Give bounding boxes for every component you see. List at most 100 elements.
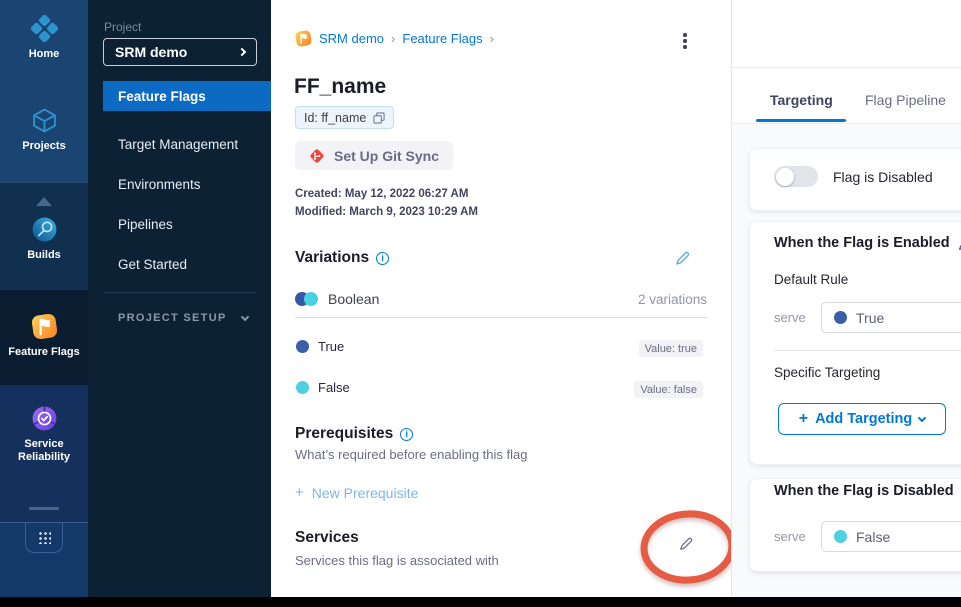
edit-services-pencil-icon[interactable] (678, 536, 694, 552)
chevron-down-icon (918, 413, 926, 421)
new-prerequisite-button[interactable]: + New Prerequisite (295, 484, 418, 501)
prerequisites-description: What’s required before enabling this fla… (295, 447, 527, 462)
nav-feature-flags-label: Feature Flags (8, 346, 80, 359)
enabled-card-divider (774, 350, 961, 351)
variation-name: True (318, 339, 344, 354)
module-grid-button[interactable] (25, 522, 63, 553)
serve-true-dropdown[interactable]: True (821, 302, 961, 333)
grid-icon (38, 531, 51, 544)
created-timestamp: Created: May 12, 2022 06:27 AM (295, 188, 468, 200)
plus-icon: + (799, 410, 808, 428)
nav-home[interactable]: Home (0, 15, 88, 61)
serve-label: serve (774, 310, 806, 325)
flag-title: FF_name (294, 75, 386, 99)
project-label: Project (104, 20, 141, 34)
sidebar-item-label: Get Started (118, 257, 187, 272)
flag-id-text: Id: ff_name (304, 111, 366, 125)
flag-state-label: Flag is Disabled (833, 169, 933, 185)
variation-value-badge: Value: true (639, 340, 703, 357)
nav-builds[interactable]: Builds (0, 216, 88, 262)
modified-timestamp: Modified: March 9, 2023 10:29 AM (295, 206, 478, 218)
left-nav-rail: Home Projects (0, 0, 88, 597)
project-selector-value: SRM demo (115, 44, 187, 60)
collapse-up-icon[interactable] (36, 197, 52, 206)
variations-divider (295, 317, 707, 318)
serve-label: serve (774, 529, 806, 544)
serve-false-dropdown[interactable]: False (821, 521, 961, 552)
rail-section-feature-flags: Feature Flags (0, 290, 88, 385)
project-setup-toggle[interactable]: PROJECT SETUP (118, 312, 248, 324)
sidebar-item-label: Pipelines (118, 217, 173, 232)
panel-header-divider (732, 67, 961, 68)
project-setup-label: PROJECT SETUP (118, 312, 227, 324)
breadcrumb-project-link[interactable]: SRM demo (319, 31, 384, 46)
setup-git-sync-label: Set Up Git Sync (334, 148, 439, 164)
setup-git-sync-button[interactable]: Set Up Git Sync (295, 141, 453, 170)
info-icon[interactable]: i (376, 252, 389, 265)
services-heading: Services (295, 529, 359, 547)
nav-service-reliability-label: Service Reliability (9, 438, 79, 464)
add-targeting-label: Add Targeting (815, 411, 912, 427)
flag-id-badge: Id: ff_name (295, 106, 394, 129)
sidebar-item-pipelines[interactable]: Pipelines (88, 209, 271, 239)
rail-section-builds: Builds (0, 182, 88, 290)
variations-heading: Variations (295, 249, 369, 267)
breadcrumb-separator: › (490, 31, 494, 46)
app-window: Home Projects (0, 0, 961, 607)
rail-section-home: Home Projects (0, 0, 88, 182)
add-targeting-button[interactable]: + Add Targeting (778, 403, 946, 435)
git-icon (309, 148, 325, 164)
prerequisites-heading: Prerequisites (295, 425, 393, 443)
flag-detail-main: SRM demo › Feature Flags › FF_name Id: f… (271, 0, 731, 597)
specific-targeting-label: Specific Targeting (774, 365, 880, 380)
nav-feature-flags[interactable]: Feature Flags (0, 313, 88, 359)
new-prerequisite-label: New Prerequisite (312, 485, 419, 501)
sidebar-item-label: Target Management (118, 137, 238, 152)
serve-dropdown-value: False (856, 529, 890, 545)
sidebar-item-get-started[interactable]: Get Started (88, 249, 271, 279)
nav-builds-label: Builds (27, 249, 61, 262)
sidebar-item-feature-flags[interactable]: Feature Flags (103, 81, 271, 111)
sidebar-item-environments[interactable]: Environments (88, 169, 271, 199)
true-dot-icon (296, 340, 309, 353)
feature-flags-icon (31, 313, 58, 340)
plus-icon: + (295, 484, 304, 501)
sidebar-item-label: Environments (118, 177, 201, 192)
info-icon[interactable]: i (400, 428, 413, 441)
builds-icon (31, 216, 58, 243)
false-dot-icon (296, 381, 309, 394)
flag-options-menu-button[interactable] (678, 30, 692, 52)
project-selector[interactable]: SRM demo (103, 38, 257, 66)
edit-enabled-rules-pencil-icon[interactable] (957, 237, 961, 252)
rail-section-service-reliability: Service Reliability (0, 385, 88, 522)
edit-variations-pencil-icon[interactable] (674, 250, 691, 267)
sidebar-item-target-management[interactable]: Target Management (88, 129, 271, 159)
sidebar-divider (103, 292, 256, 293)
projects-icon (31, 107, 58, 134)
variations-header: Variations i (295, 249, 389, 267)
sidebar-item-label: Feature Flags (118, 89, 206, 104)
serve-dropdown-value: True (856, 310, 884, 326)
variation-value-badge: Value: false (634, 381, 703, 398)
boolean-icon-right (304, 292, 318, 306)
prerequisites-header: Prerequisites i (295, 425, 413, 443)
targeting-panel: Targeting Flag Pipeline Flag is Disabled… (731, 0, 961, 597)
disabled-card-heading: When the Flag is Disabled (774, 483, 954, 499)
true-dot-icon (834, 311, 847, 324)
breadcrumb-section-link[interactable]: Feature Flags (402, 31, 482, 46)
nav-projects[interactable]: Projects (0, 107, 88, 153)
variation-row-false: False (296, 380, 350, 395)
tab-flag-pipeline[interactable]: Flag Pipeline (865, 92, 946, 108)
default-rule-label: Default Rule (774, 272, 848, 287)
variation-type-row: Boolean (295, 291, 379, 307)
flag-enabled-toggle[interactable] (774, 166, 818, 187)
tab-targeting[interactable]: Targeting (770, 92, 833, 108)
enabled-card-heading: When the Flag is Enabled (774, 235, 950, 251)
variation-type-label: Boolean (328, 291, 379, 307)
nav-service-reliability[interactable]: Service Reliability (0, 405, 88, 464)
home-icon (31, 15, 58, 42)
rail-resize-handle[interactable] (29, 507, 59, 510)
service-reliability-icon (31, 405, 58, 432)
nav-home-label: Home (29, 48, 60, 61)
copy-icon[interactable] (373, 112, 385, 124)
